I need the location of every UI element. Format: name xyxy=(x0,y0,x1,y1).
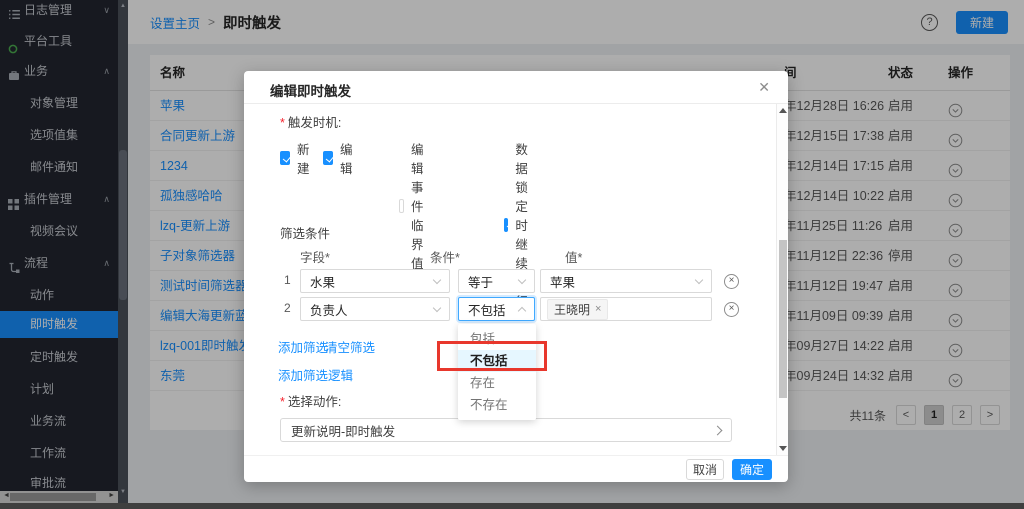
checkbox-box[interactable] xyxy=(323,151,333,165)
tag-close-icon[interactable]: × xyxy=(595,303,601,315)
chevron-down-icon xyxy=(433,304,441,312)
column-header-condition: 条件* xyxy=(430,247,460,266)
field-select[interactable]: 负责人 xyxy=(300,297,450,321)
modal-footer: 取消 确定 xyxy=(244,455,788,482)
condition-dropdown-menu: 包括 不包括 存在 不存在 xyxy=(458,324,536,420)
chevron-right-icon xyxy=(713,426,723,436)
chevron-down-icon xyxy=(433,276,441,284)
checkbox-label: 新建 xyxy=(297,139,314,177)
field-select[interactable]: 水果 xyxy=(300,269,450,293)
chevron-up-icon xyxy=(518,307,526,315)
checkbox-box[interactable] xyxy=(504,218,508,232)
scrollbar-thumb[interactable] xyxy=(779,240,787,398)
chevron-down-icon xyxy=(518,276,526,284)
column-header-value: 值* xyxy=(565,247,582,266)
checkbox-edit[interactable]: 编辑 xyxy=(323,139,357,177)
modal-title: 编辑即时触发 xyxy=(270,80,351,100)
cancel-button[interactable]: 取消 xyxy=(686,459,724,480)
scroll-down-icon[interactable] xyxy=(779,446,787,451)
column-header-field: 字段* xyxy=(300,247,330,266)
modal-scrollbar[interactable] xyxy=(776,104,788,455)
filter-section-label: 筛选条件 xyxy=(280,223,330,242)
required-asterisk: * xyxy=(280,395,285,409)
checkbox-new[interactable]: 新建 xyxy=(280,139,314,177)
clear-filter-link[interactable]: 清空筛选 xyxy=(325,337,375,356)
checkbox-label: 编辑 xyxy=(340,139,357,177)
required-asterisk: * xyxy=(280,116,285,130)
checkbox-edit-event-threshold[interactable]: 编辑事件临界值 xyxy=(399,139,433,272)
dropdown-option-not-include[interactable]: 不包括 xyxy=(458,350,536,372)
row-index: 2 xyxy=(284,301,291,315)
confirm-button[interactable]: 确定 xyxy=(732,459,772,480)
remove-row-icon[interactable]: × xyxy=(724,302,739,317)
trigger-timing-label: *触发时机: xyxy=(280,112,341,131)
value-select[interactable]: 苹果 xyxy=(540,269,712,293)
remove-row-icon[interactable]: × xyxy=(724,274,739,289)
action-selector[interactable]: 更新说明-即时触发 xyxy=(280,418,732,442)
scroll-up-icon[interactable] xyxy=(779,108,787,113)
app-window: 日志管理 ∨ 平台工具 业务 ∧ 对象管理 选项值集 邮件通知 插件管理 ∧ 视… xyxy=(0,0,1024,509)
select-action-label: *选择动作: xyxy=(280,391,341,410)
close-icon[interactable]: ✕ xyxy=(758,79,770,96)
condition-select[interactable]: 等于 xyxy=(458,269,535,293)
chevron-down-icon xyxy=(695,276,703,284)
dropdown-option-not-exists[interactable]: 不存在 xyxy=(458,394,536,416)
dropdown-option-exists[interactable]: 存在 xyxy=(458,372,536,394)
condition-select-open[interactable]: 不包括 xyxy=(458,297,535,321)
value-tag: 王晓明 × xyxy=(547,299,608,320)
modal-header: 编辑即时触发 ✕ xyxy=(244,71,788,104)
dropdown-option-include[interactable]: 包括 xyxy=(458,328,536,350)
add-filter-link[interactable]: 添加筛选 xyxy=(278,337,328,356)
add-filter-logic-link[interactable]: 添加筛选逻辑 xyxy=(278,365,353,384)
edit-instant-trigger-modal: 编辑即时触发 ✕ *触发时机: 新建 编辑 编辑事件临界值 xyxy=(244,71,788,482)
value-tag-input[interactable]: 王晓明 × xyxy=(540,297,712,321)
checkbox-box[interactable] xyxy=(280,151,290,165)
checkbox-box[interactable] xyxy=(399,199,404,213)
modal-body: *触发时机: 新建 编辑 编辑事件临界值 数据锁定时继续执行 xyxy=(244,104,788,455)
row-index: 1 xyxy=(284,273,291,287)
